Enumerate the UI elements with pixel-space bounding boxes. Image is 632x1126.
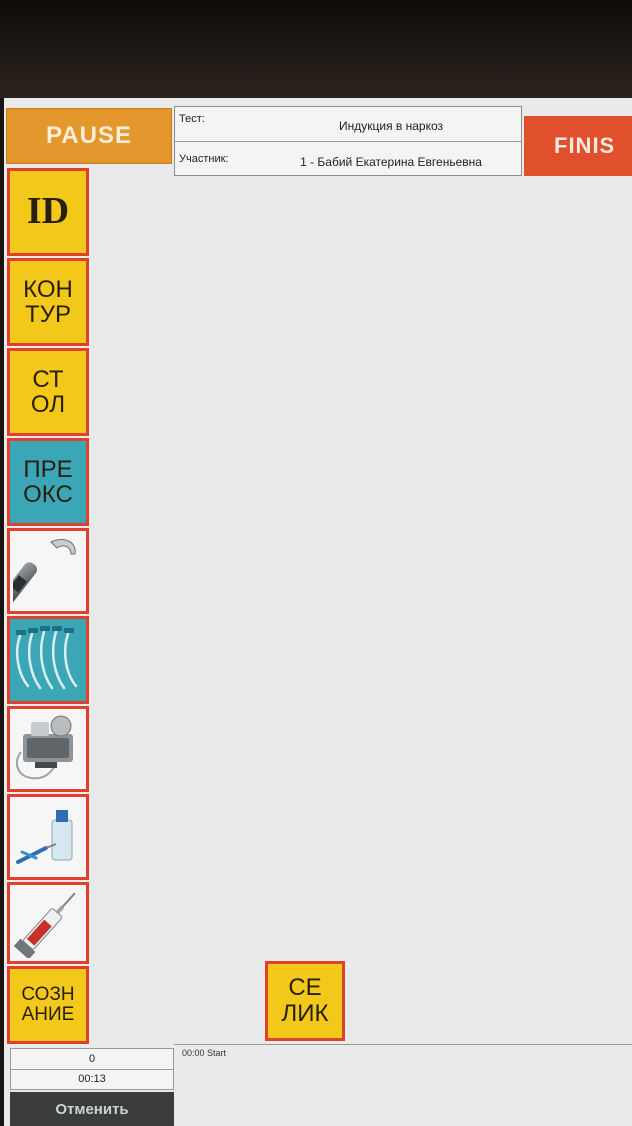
- id-button[interactable]: ID: [7, 168, 89, 256]
- preoxygenation-button[interactable]: ПРЕ ОКС: [7, 438, 89, 526]
- iv-button[interactable]: [7, 794, 89, 880]
- test-row: Тест: Индукция в наркоз: [175, 107, 521, 142]
- laryngoscope-button[interactable]: [7, 528, 89, 614]
- pause-button[interactable]: PAUSE: [6, 108, 172, 164]
- id-label: ID: [26, 190, 70, 233]
- test-info-panel: Тест: Индукция в наркоз Участник: 1 - Ба…: [174, 106, 522, 176]
- log-entry: 00:00 Start: [182, 1048, 227, 1058]
- participant-label: Участник:: [179, 153, 229, 165]
- event-log: 00:00 Start: [176, 1045, 632, 1126]
- table-button[interactable]: СТ ОЛ: [7, 348, 89, 436]
- suction-button[interactable]: [7, 706, 89, 792]
- syringe-button[interactable]: [7, 882, 89, 964]
- finish-button[interactable]: FINIS: [524, 116, 632, 176]
- tubes-button[interactable]: [7, 616, 89, 704]
- consciousness-button[interactable]: СОЗН АНИЕ: [7, 966, 89, 1044]
- contour-label: КОН ТУР: [23, 275, 73, 328]
- suction-device-icon: [11, 712, 85, 786]
- counter-value: 0: [11, 1049, 173, 1070]
- participant-row: Участник: 1 - Бабий Екатерина Евгеньевна: [175, 141, 521, 175]
- cancel-button[interactable]: Отменить: [10, 1092, 174, 1126]
- iv-catheter-vial-icon: [12, 800, 84, 874]
- endotracheal-tubes-icon: [12, 622, 84, 698]
- timer-value: 00:13: [78, 1073, 106, 1085]
- table-label: СТ ОЛ: [30, 365, 66, 418]
- laryngoscope-icon: [13, 534, 83, 608]
- consciousness-label: СОЗН АНИЕ: [21, 984, 75, 1025]
- sellick-button[interactable]: СЕ ЛИК: [265, 961, 345, 1041]
- device-bezel: [0, 0, 632, 98]
- counter-panel: 0 00:13: [10, 1048, 174, 1090]
- test-value: Индукция в наркоз: [338, 119, 444, 133]
- preoxygenation-label: ПРЕ ОКС: [23, 455, 73, 508]
- test-label: Тест:: [179, 113, 205, 125]
- syringe-icon: [12, 888, 84, 958]
- participant-value: 1 - Бабий Екатерина Евгеньевна: [300, 155, 482, 169]
- contour-button[interactable]: КОН ТУР: [7, 258, 89, 346]
